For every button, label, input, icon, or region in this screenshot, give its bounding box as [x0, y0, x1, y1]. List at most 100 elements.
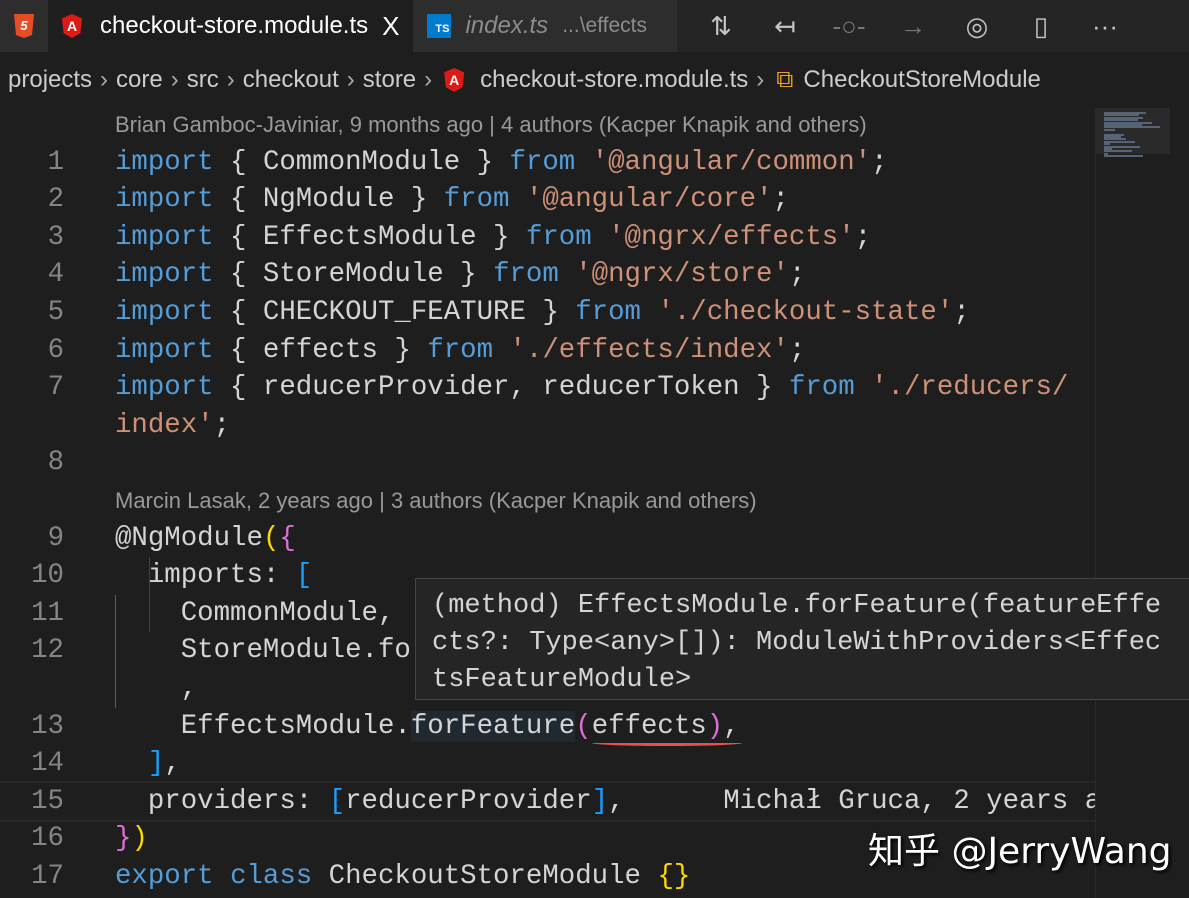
- token: (: [262, 522, 280, 554]
- code-text: import { effects } from './effects/index…: [115, 332, 805, 370]
- token: from: [788, 372, 855, 404]
- tooltip-line: cts?: Type<any>[]): ModuleWithProviders<…: [432, 628, 1162, 658]
- token: class: [230, 860, 313, 892]
- code-line: 3 import { EffectsModule } from '@ngrx/ef…: [0, 219, 1095, 257]
- token: (: [575, 710, 592, 742]
- line-number: 2: [47, 184, 64, 216]
- split-editor-icon[interactable]: ▯: [1009, 11, 1073, 42]
- line-number: 11: [31, 597, 64, 629]
- code-line: 15 providers: [reducerProvider], Michał …: [0, 780, 1134, 823]
- token: }: [115, 823, 132, 855]
- tooltip-line: tsFeatureModule>: [432, 665, 692, 695]
- line-number: 17: [31, 860, 64, 892]
- breadcrumb-item[interactable]: projects: [8, 66, 92, 94]
- token: from: [493, 259, 559, 291]
- code-text: CommonModule,: [115, 595, 395, 633]
- watermark: 知乎 @JerryWang: [868, 831, 1172, 872]
- token: {: [230, 146, 263, 178]
- close-icon[interactable]: X: [382, 11, 399, 42]
- git-compare-icon[interactable]: ⇅: [689, 11, 753, 42]
- token: @NgModule: [115, 522, 263, 554]
- token: ,: [115, 672, 198, 704]
- more-icon[interactable]: ···: [1073, 11, 1137, 42]
- codelens[interactable]: Marcin Lasak, 2 years ago | 3 authors (K…: [0, 482, 1095, 520]
- class-symbol-icon: ⧉: [776, 66, 794, 93]
- breadcrumb-item[interactable]: src: [187, 66, 219, 94]
- line-number: 8: [47, 447, 64, 479]
- token: ,: [723, 710, 740, 742]
- token: forFeature: [410, 710, 576, 742]
- token: from: [509, 146, 576, 178]
- tab-label: checkout-store.module.ts: [100, 12, 369, 39]
- token: { reducerProvider, reducerToken }: [213, 372, 789, 404]
- codelens-text[interactable]: Marcin Lasak, 2 years ago | 3 authors (K…: [115, 482, 757, 520]
- code-text: import { EffectsModule } from '@ngrx/eff…: [115, 219, 871, 257]
- breadcrumb-item[interactable]: CheckoutStoreModule: [803, 66, 1040, 94]
- token: ]: [147, 748, 165, 780]
- code-line: 8: [0, 444, 1095, 482]
- token: from: [575, 296, 641, 328]
- git-lens-icon[interactable]: ◎: [945, 11, 1009, 42]
- codelens[interactable]: Brian Gamboc-Javiniar, 9 months ago | 4 …: [0, 106, 1095, 144]
- token: effects: [591, 710, 707, 742]
- token: ;: [213, 409, 231, 441]
- code-editor[interactable]: Brian Gamboc-Javiniar, 9 months ago | 4 …: [0, 106, 1134, 895]
- code-text: }): [115, 820, 148, 858]
- tab-checkout-store-module[interactable]: A checkout-store.module.ts X: [48, 0, 414, 52]
- code-text: import { NgModule } from '@angular/core'…: [115, 181, 789, 219]
- editor-actions: ⇅ ↤ -○- → ◎ ▯ ···: [689, 0, 1137, 52]
- go-forward-icon[interactable]: →: [881, 11, 945, 42]
- token: ;: [854, 221, 872, 253]
- go-back-icon[interactable]: ↤: [753, 11, 817, 42]
- code-text: @NgModule({: [115, 520, 296, 558]
- indent-guide: [115, 594, 116, 708]
- token: { NgModule }: [213, 184, 444, 216]
- code-line: 2 import { NgModule } from '@angular/core…: [0, 181, 1095, 219]
- code-text: StoreModule.fo: [115, 632, 411, 670]
- minimap[interactable]: [1095, 108, 1189, 898]
- code-text: providers: [reducerProvider], Michał Gru…: [115, 783, 1134, 821]
- line-number: 12: [31, 635, 64, 667]
- code-text: index';: [115, 407, 230, 445]
- token: export: [115, 860, 214, 892]
- code-text: import { reducerProvider, reducerToken }…: [115, 369, 1068, 407]
- breadcrumb: projects › core › src › checkout › store › A …: [8, 66, 1041, 94]
- breadcrumb-item[interactable]: store: [363, 66, 416, 94]
- dot-icon[interactable]: -○-: [817, 11, 881, 42]
- breadcrumb-item[interactable]: core: [116, 66, 163, 94]
- token: EffectsModule.: [115, 710, 411, 742]
- token: ;: [788, 334, 806, 366]
- code-line: 13 EffectsModule.forFeature(effects),: [0, 708, 1095, 746]
- tab-index-ts[interactable]: TS index.ts ...\effects: [413, 0, 678, 52]
- breadcrumb-item[interactable]: checkout-store.module.ts: [480, 66, 748, 94]
- codelens-text[interactable]: Brian Gamboc-Javiniar, 9 months ago | 4 …: [115, 106, 867, 144]
- code-line: 6 import { effects } from './effects/inde…: [0, 332, 1095, 370]
- typescript-icon: TS: [427, 14, 452, 38]
- code-line: 4 import { StoreModule } from '@ngrx/stor…: [0, 256, 1095, 294]
- minimap-line: [1104, 155, 1144, 158]
- code-text: ,: [115, 670, 197, 708]
- tab-bar: 5 A checkout-store.module.ts X TS index.…: [0, 0, 1189, 52]
- token: index': [115, 409, 214, 441]
- token: CommonModule,: [115, 597, 395, 629]
- code-line: 14 ],: [0, 745, 1095, 783]
- breadcrumb-item[interactable]: checkout: [243, 66, 339, 94]
- line-number: 14: [31, 748, 64, 780]
- token: { EffectsModule }: [213, 221, 526, 253]
- tab-html[interactable]: 5: [0, 0, 48, 52]
- tooltip-line: (method) EffectsModule.forFeature(featur…: [432, 591, 1162, 621]
- hover-tooltip: (method) EffectsModule.forFeature(featur…: [415, 578, 1189, 700]
- token: import: [115, 221, 214, 253]
- line-number: 3: [47, 221, 64, 253]
- line-number: 13: [31, 710, 64, 742]
- token: ): [131, 823, 148, 855]
- token: [: [295, 560, 313, 592]
- token: ;: [953, 296, 970, 328]
- line-number: 7: [47, 372, 64, 404]
- minimap-slider[interactable]: [1096, 108, 1170, 154]
- code-line: 1 import { CommonModule } from '@angular/…: [0, 144, 1095, 182]
